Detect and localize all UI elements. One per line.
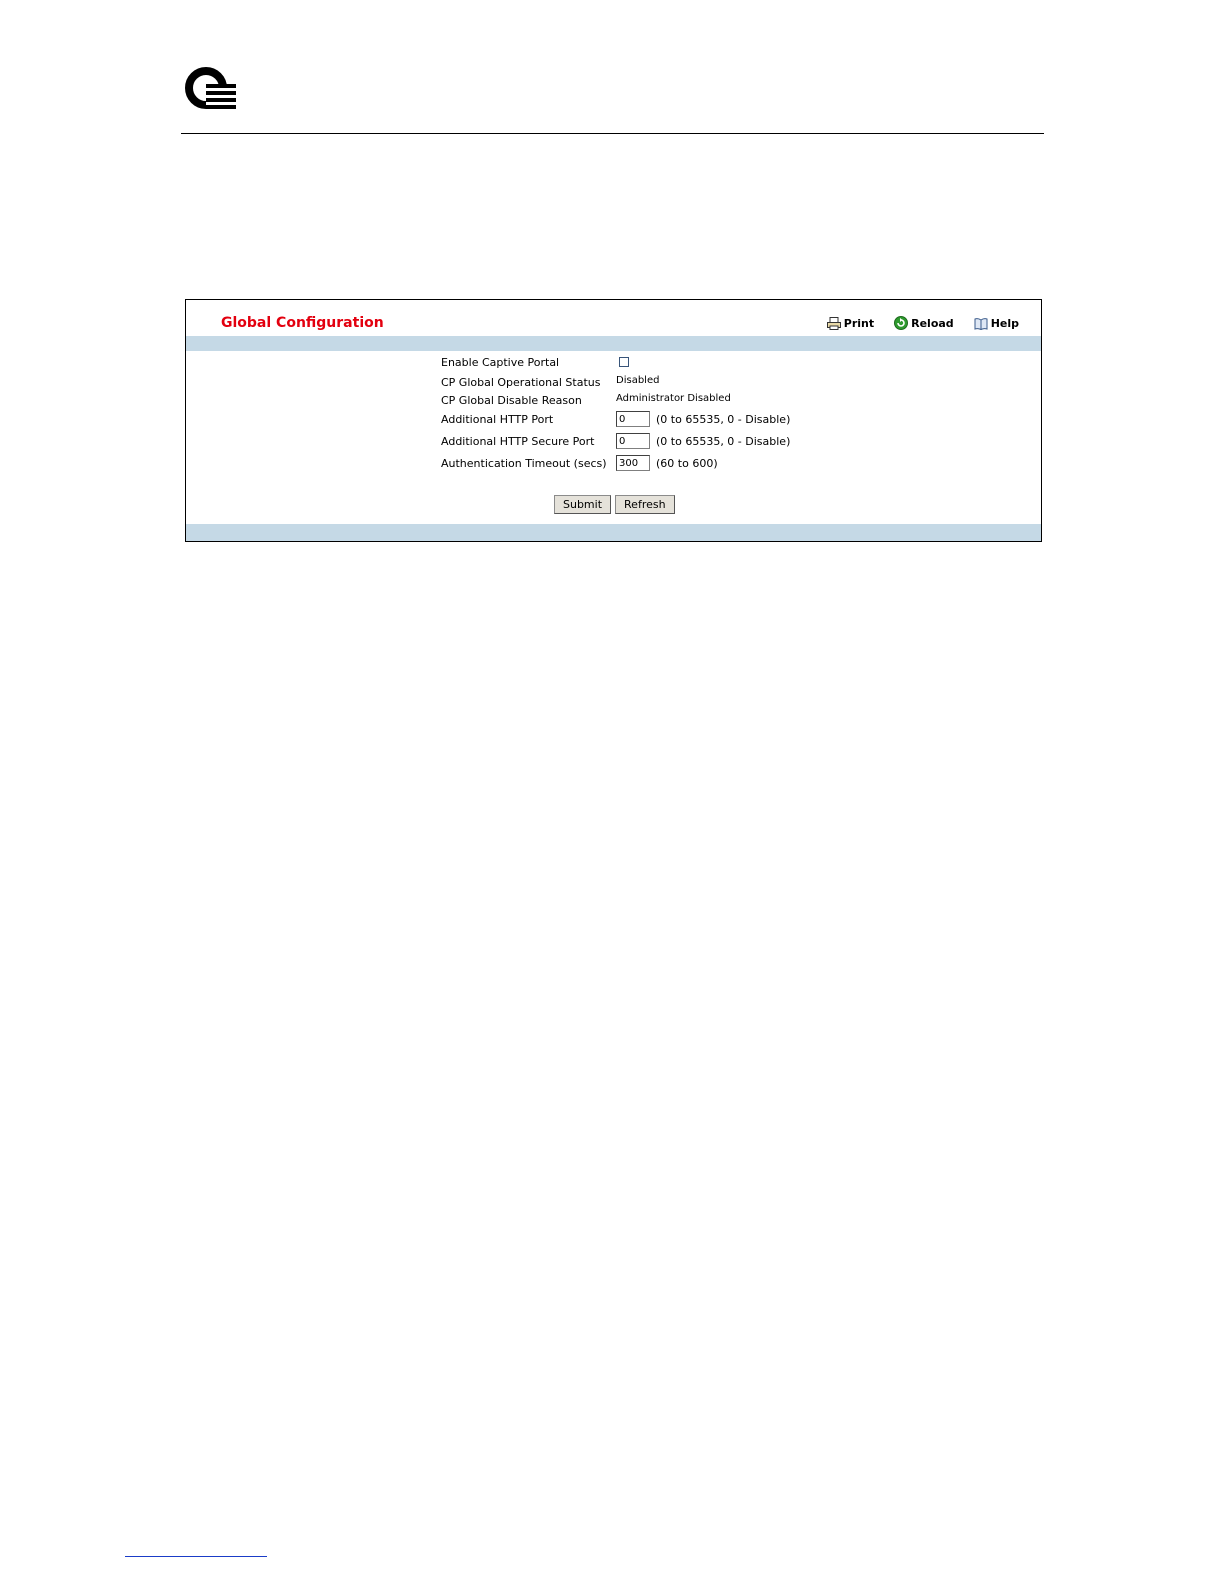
refresh-button[interactable]: Refresh — [615, 495, 675, 514]
https-port-hint: (0 to 65535, 0 - Disable) — [656, 434, 791, 448]
enable-captive-portal-label: Enable Captive Portal — [441, 355, 560, 369]
page-title: Global Configuration — [221, 315, 384, 331]
print-label: Print — [843, 316, 875, 330]
auth-timeout-hint: (60 to 600) — [656, 456, 718, 470]
footnote-rule — [125, 1556, 267, 1557]
http-port-label: Additional HTTP Port — [441, 412, 554, 426]
enable-captive-portal-checkbox[interactable] — [619, 357, 629, 367]
form-buttons: Submit Refresh — [554, 495, 675, 514]
operational-status-label: CP Global Operational Status — [441, 375, 601, 389]
auth-timeout-label: Authentication Timeout (secs) — [441, 456, 607, 470]
header-divider — [181, 133, 1044, 134]
reload-icon — [894, 316, 909, 330]
help-book-icon — [974, 317, 988, 330]
global-configuration-panel: Global Configuration Print Reload Help E… — [185, 299, 1042, 542]
https-port-label: Additional HTTP Secure Port — [441, 434, 595, 448]
help-button[interactable]: Help — [974, 316, 1019, 330]
submit-button[interactable]: Submit — [554, 495, 612, 514]
operational-status-value: Disabled — [616, 375, 660, 386]
help-label: Help — [990, 316, 1019, 330]
toolbar: Print Reload Help — [826, 316, 1019, 330]
print-button[interactable]: Print — [826, 316, 875, 330]
https-port-input[interactable] — [616, 433, 650, 449]
auth-timeout-input[interactable] — [616, 455, 650, 471]
reload-button[interactable]: Reload — [894, 316, 954, 330]
header-band — [186, 336, 1041, 351]
reload-label: Reload — [911, 316, 954, 330]
http-port-input[interactable] — [616, 411, 650, 427]
printer-icon — [826, 316, 841, 330]
http-port-hint: (0 to 65535, 0 - Disable) — [656, 412, 791, 426]
company-logo — [185, 67, 236, 109]
footer-band — [186, 524, 1041, 541]
disable-reason-value: Administrator Disabled — [616, 393, 731, 404]
disable-reason-label: CP Global Disable Reason — [441, 393, 582, 407]
